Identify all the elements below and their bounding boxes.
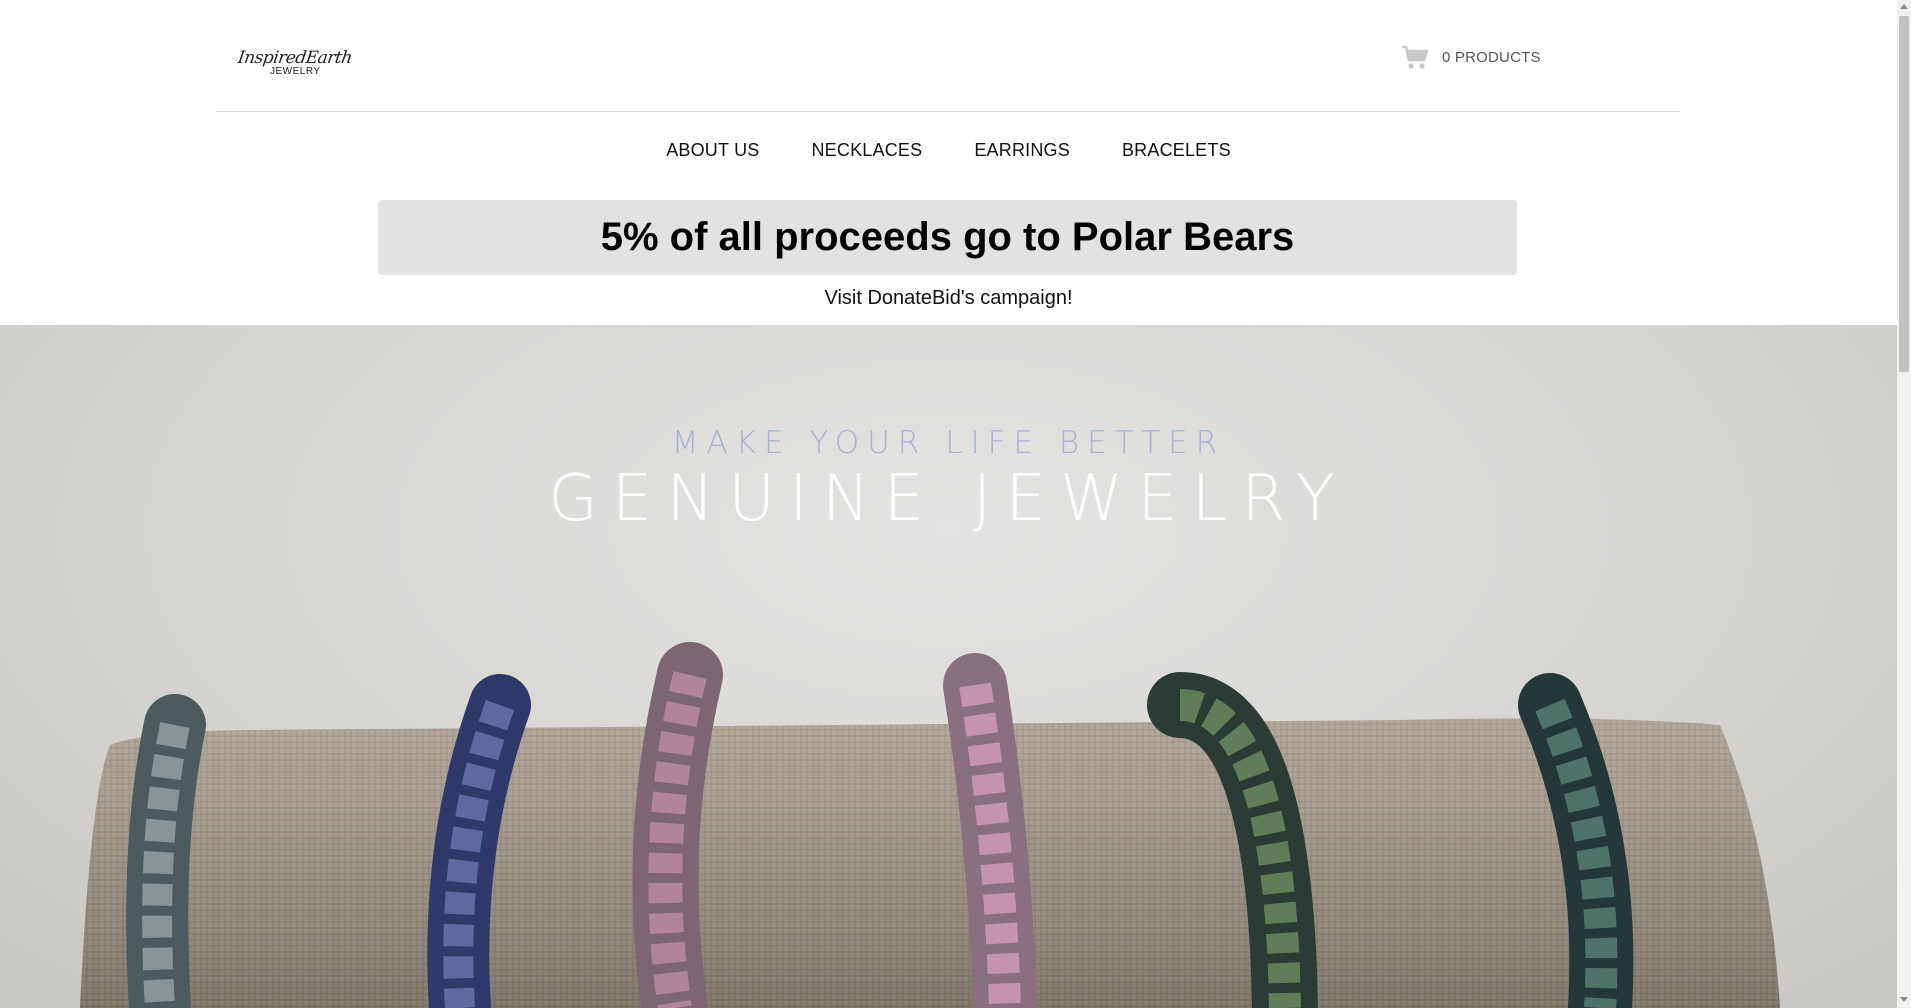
nav-item-about-us[interactable]: ABOUT US	[666, 140, 759, 161]
bracelet-rose	[943, 653, 1037, 1008]
scrollbar-thumb[interactable]	[1899, 16, 1909, 372]
hero-section: MAKE YOUR LIFE BETTER GENUINE JEWELRY	[0, 325, 1897, 1008]
site-logo[interactable]: InspiredEarth JEWELRY	[237, 48, 354, 84]
hero-subtitle: MAKE YOUR LIFE BETTER	[671, 425, 1226, 461]
bracelet-pink	[632, 642, 723, 1008]
hero-title: GENUINE JEWELRY	[548, 462, 1349, 536]
site-header: InspiredEarth JEWELRY 0 PRODUCTS	[216, 0, 1680, 112]
cart-count-label: 0 PRODUCTS	[1442, 48, 1541, 66]
promo-banner: 5% of all proceeds go to Polar Bears	[378, 200, 1517, 275]
nav-item-earrings[interactable]: EARRINGS	[974, 140, 1070, 161]
bracelet-grey	[126, 694, 206, 1008]
nav-item-bracelets[interactable]: BRACELETS	[1122, 140, 1231, 161]
page: InspiredEarth JEWELRY 0 PRODUCTS ABOUT U…	[0, 0, 1897, 1008]
cart-icon	[1402, 45, 1429, 69]
cart-button[interactable]: 0 PRODUCTS	[1400, 42, 1541, 72]
scroll-down-icon[interactable]	[1900, 997, 1908, 1002]
nav-item-necklaces[interactable]: NECKLACES	[811, 140, 922, 161]
main-nav: ABOUT US NECKLACES EARRINGS BRACELETS	[0, 140, 1897, 161]
scroll-up-icon[interactable]	[1900, 4, 1908, 9]
logo-script: InspiredEarth	[236, 48, 354, 68]
page-scrollbar[interactable]	[1897, 0, 1911, 1008]
logo-subtitle: JEWELRY	[270, 66, 321, 77]
promo-headline: 5% of all proceeds go to Polar Bears	[600, 215, 1295, 259]
campaign-link[interactable]: Visit DonateBid's campaign!	[0, 287, 1897, 310]
